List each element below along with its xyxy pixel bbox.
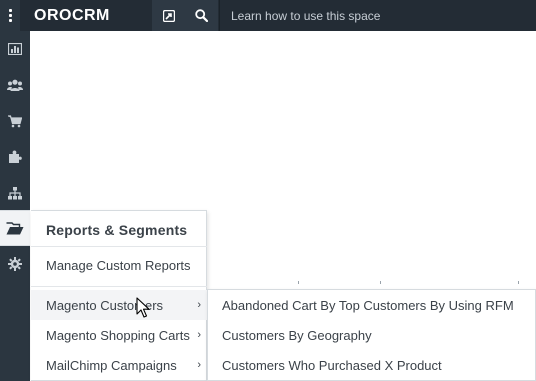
magento-shopping-carts-item[interactable]: Magento Shopping Carts ›: [31, 320, 207, 350]
topbar-actions: [152, 0, 218, 31]
app-logo[interactable]: OROCRM: [34, 5, 110, 27]
gear-icon: [8, 257, 22, 271]
learn-how-link[interactable]: Learn how to use this space: [231, 9, 380, 23]
magento-customers-submenu: Abandoned Cart By Top Customers By Using…: [207, 289, 536, 381]
dropdown-divider: [31, 246, 207, 247]
menu-item-label: Manage Custom Reports: [46, 257, 191, 273]
background-tick: [518, 281, 519, 284]
manage-custom-reports-item[interactable]: Manage Custom Reports: [31, 250, 207, 280]
shopping-cart-icon: [8, 114, 22, 127]
folder-open-icon: [6, 221, 24, 234]
pin-icon[interactable]: [152, 0, 185, 31]
chevron-right-icon: ›: [197, 299, 201, 311]
report-customers-by-geography[interactable]: Customers By Geography: [208, 320, 536, 350]
report-customers-purchased-product[interactable]: Customers Who Purchased X Product: [208, 350, 536, 380]
mouse-cursor-icon: [136, 297, 150, 318]
menu-item-label: Customers By Geography: [222, 327, 372, 343]
chevron-right-icon: ›: [197, 359, 201, 371]
search-icon[interactable]: [185, 0, 218, 31]
reports-segments-dropdown: Reports & Segments Manage Custom Reports…: [31, 210, 207, 381]
sitemap-icon: [8, 186, 22, 199]
background-tick: [298, 281, 299, 284]
puzzle-piece-icon: [9, 150, 22, 163]
nav-dashboard[interactable]: [0, 31, 30, 67]
menu-item-label: Customers Who Purchased X Product: [222, 357, 442, 373]
dropdown-header: Reports & Segments: [46, 222, 188, 238]
nav-system[interactable]: [0, 246, 30, 282]
mailchimp-campaigns-item[interactable]: MailChimp Campaigns ›: [31, 350, 207, 380]
menu-item-label: Abandoned Cart By Top Customers By Using…: [222, 297, 514, 313]
chevron-right-icon: ›: [197, 329, 201, 341]
menu-item-label: MailChimp Campaigns: [46, 357, 177, 373]
nav-activities[interactable]: [0, 175, 30, 211]
dropdown-divider: [31, 286, 207, 287]
menu-dots-icon[interactable]: [0, 0, 20, 31]
report-abandoned-cart-rfm[interactable]: Abandoned Cart By Top Customers By Using…: [208, 290, 536, 320]
nav-marketing[interactable]: [0, 139, 30, 175]
background-tick: [380, 281, 381, 284]
topbar-divider: [219, 0, 220, 31]
nav-reports-segments[interactable]: [0, 210, 30, 246]
customers-group-icon: [7, 79, 23, 91]
nav-sales[interactable]: [0, 103, 30, 139]
left-sidebar: [0, 31, 30, 381]
nav-customers[interactable]: [0, 67, 30, 103]
top-navigation-bar: OROCRM Learn how to use this space: [0, 0, 536, 31]
magento-customers-item[interactable]: Magento Customers ›: [31, 290, 207, 320]
menu-item-label: Magento Shopping Carts: [46, 327, 190, 343]
dashboard-chart-icon: [8, 43, 22, 55]
